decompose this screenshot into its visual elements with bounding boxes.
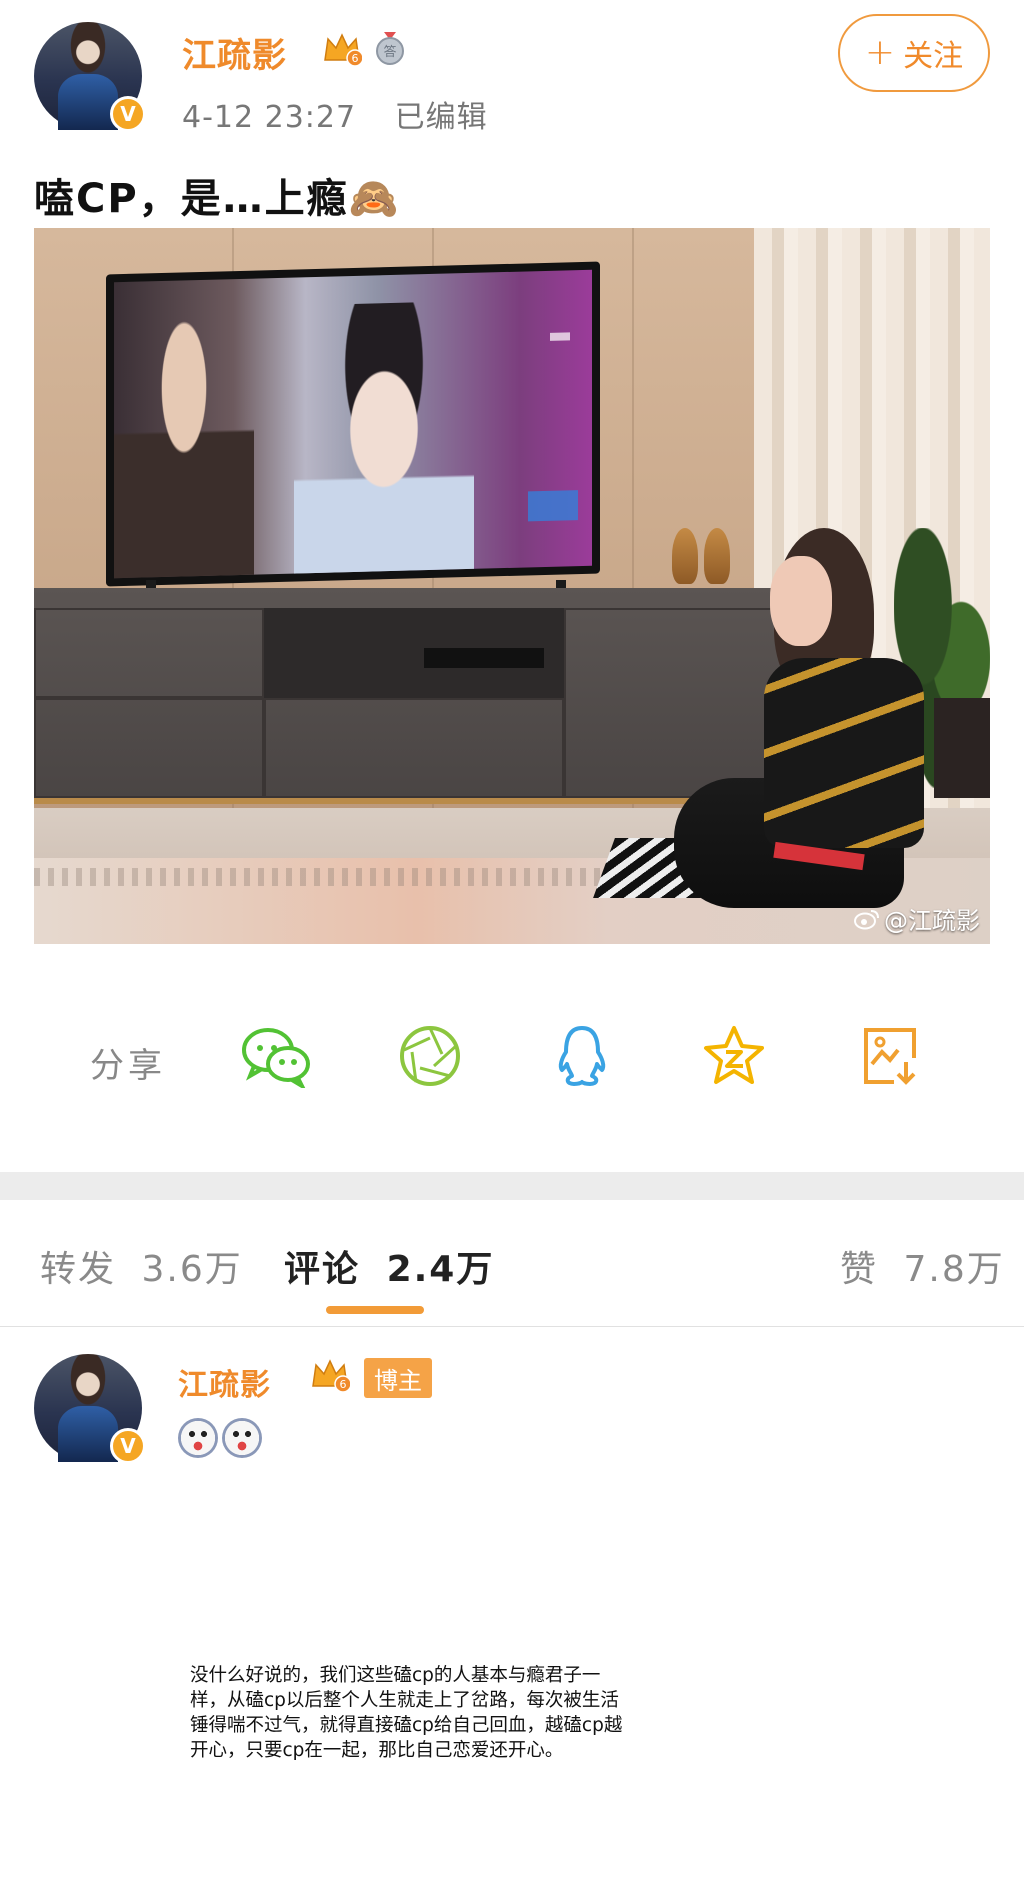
tab-like-count: 7.8万: [903, 1249, 1005, 1290]
image-watermark: @江疏影: [854, 901, 980, 936]
qq-icon[interactable]: [546, 1020, 618, 1092]
husky-emoji-icon: [222, 1418, 262, 1458]
tab-repost[interactable]: 转发 3.6万: [40, 1240, 243, 1292]
tab-comment-label: 评论: [284, 1249, 361, 1290]
tab-comment[interactable]: 评论 2.4万: [284, 1240, 494, 1292]
comment-avatar[interactable]: V: [34, 1354, 146, 1464]
vip-level-text: 6: [352, 52, 359, 65]
wechat-icon[interactable]: [240, 1020, 312, 1092]
active-tab-indicator: [326, 1306, 424, 1314]
post-meta: 4-12 23:27 已编辑: [182, 92, 516, 136]
host-badge: 博主: [364, 1358, 432, 1398]
share-label: 分享: [90, 1046, 166, 1086]
comment-author-name[interactable]: 江疏影: [178, 1360, 271, 1404]
watermark-text: @江疏影: [884, 907, 980, 935]
tab-like[interactable]: 赞 7.8万: [840, 1240, 1005, 1292]
post-image[interactable]: @江疏影: [34, 228, 990, 944]
author-avatar[interactable]: V: [34, 22, 146, 132]
quote-text: 没什么好说的，我们这些磕cp的人基本与瘾君子一样，从磕cp以后整个人生就走上了岔…: [190, 1665, 623, 1761]
post-text: 嗑CP，是…上瘾🙈: [34, 176, 401, 222]
verified-badge-icon: V: [110, 96, 146, 132]
edited-label: 已编辑: [394, 100, 488, 135]
qzone-icon[interactable]: [698, 1020, 770, 1092]
tab-like-label: 赞: [840, 1249, 879, 1290]
vip-crown-icon: 6: [324, 33, 362, 66]
husky-emoji-icon: [178, 1418, 218, 1458]
comment-vip-level-text: 6: [340, 1378, 347, 1391]
comment-vip-crown-icon: 6: [312, 1359, 350, 1392]
seated-woman: [674, 528, 934, 944]
television: [106, 261, 600, 587]
svg-text:答: 答: [383, 44, 396, 60]
share-row: 分享: [0, 1010, 1024, 1100]
post-time: 4-12 23:27: [182, 100, 357, 135]
moments-icon[interactable]: [394, 1020, 466, 1092]
tab-repost-count: 3.6万: [141, 1249, 243, 1290]
weibo-logo-icon: [854, 909, 879, 929]
medal-icon: 答: [376, 32, 404, 65]
plus-icon: +: [864, 32, 896, 73]
author-name[interactable]: 江疏影: [182, 28, 287, 77]
comment-verified-badge-icon: V: [110, 1428, 146, 1464]
tab-repost-label: 转发: [40, 1249, 117, 1290]
follow-button[interactable]: + 关注: [838, 14, 990, 92]
save-image-icon[interactable]: [854, 1020, 926, 1092]
follow-label: 关注: [903, 39, 964, 74]
tabs-divider: [0, 1326, 1024, 1327]
tab-comment-count: 2.4万: [386, 1249, 495, 1290]
section-divider: [0, 1172, 1024, 1200]
